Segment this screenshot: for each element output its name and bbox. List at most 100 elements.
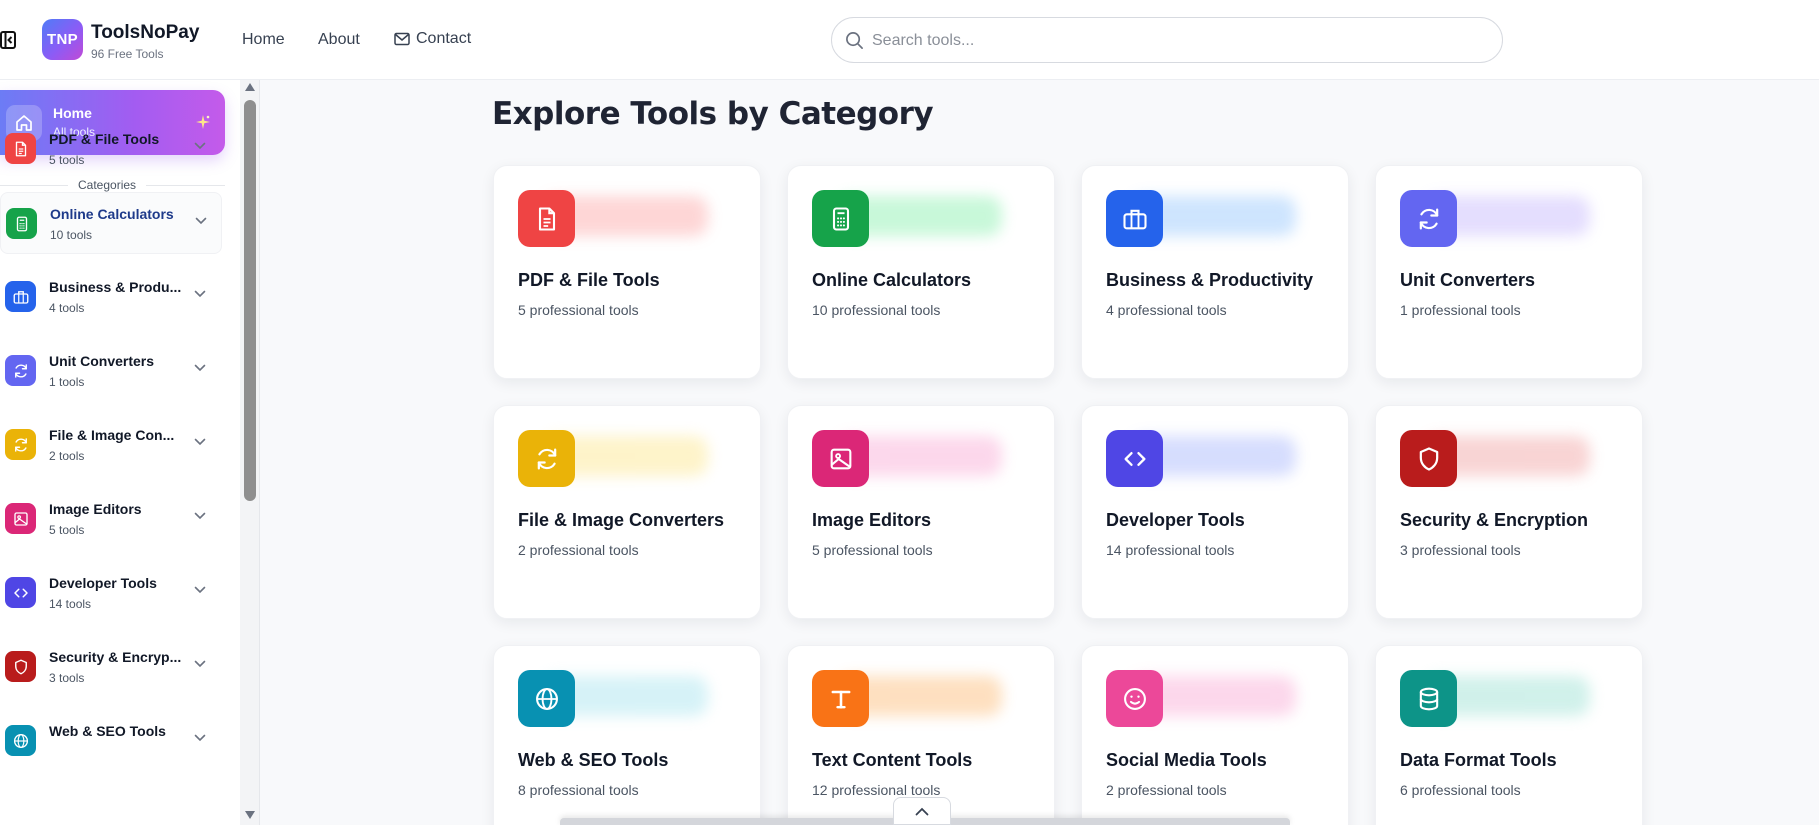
sidebar-category-count: 2 tools (49, 449, 85, 463)
text-icon (812, 670, 869, 727)
chevron-up-icon (915, 807, 929, 815)
chevron-down-icon[interactable] (194, 364, 206, 372)
chevron-down-icon[interactable] (194, 512, 206, 520)
sidebar-category-name: Developer Tools (49, 575, 157, 591)
chevron-down-icon[interactable] (194, 660, 206, 668)
chevron-down-icon[interactable] (194, 438, 206, 446)
category-card[interactable]: File & Image Converters 2 professional to… (493, 405, 761, 619)
top-header: TNP ToolsNoPay 96 Free Tools Home About … (0, 0, 1819, 80)
sidebar-category-name: Security & Encryp... (49, 649, 182, 665)
card-tool-count: 4 professional tools (1106, 302, 1227, 318)
sidebar-category-item[interactable]: Web & SEO Tools (0, 710, 222, 772)
card-tool-count: 5 professional tools (812, 542, 933, 558)
category-card[interactable]: Online Calculators 10 professional tools (787, 165, 1055, 379)
nav-contact-link[interactable]: Contact (394, 30, 471, 48)
card-title: Developer Tools (1106, 510, 1245, 530)
sidebar-category-count: 14 tools (49, 597, 92, 611)
briefcase-icon (5, 281, 36, 312)
card-tool-count: 12 professional tools (812, 782, 941, 798)
sidebar-category-item[interactable]: Developer Tools 14 tools (0, 562, 222, 624)
scroll-up-arrow-icon[interactable] (244, 82, 256, 92)
category-card[interactable]: Business & Productivity 4 professional to… (1081, 165, 1349, 379)
chevron-down-icon[interactable] (194, 586, 206, 594)
sidebar-category-item[interactable]: Image Editors 5 tools (0, 488, 222, 550)
sidebar-category-item[interactable]: File & Image Con... 2 tools (0, 414, 222, 476)
chevron-down-icon[interactable] (194, 290, 206, 298)
image-icon (812, 430, 869, 487)
card-title: Online Calculators (812, 270, 972, 290)
brand-name[interactable]: ToolsNoPay (91, 22, 199, 44)
shield-icon (1400, 430, 1457, 487)
card-title: Web & SEO Tools (518, 750, 669, 770)
sidebar-collapse-icon[interactable] (0, 30, 18, 50)
smile-icon (1106, 670, 1163, 727)
chevron-down-icon[interactable] (194, 142, 206, 150)
sidebar-scrollbar[interactable] (240, 80, 260, 825)
refresh-icon (518, 430, 575, 487)
card-tool-count: 8 professional tools (518, 782, 639, 798)
categories-divider: Categories (0, 178, 225, 192)
card-tool-count: 1 professional tools (1400, 302, 1521, 318)
sidebar-category-count: 4 tools (49, 301, 85, 315)
sidebar-category-name: Image Editors (49, 501, 142, 517)
briefcase-icon (1106, 190, 1163, 247)
category-card[interactable]: Web & SEO Tools 8 professional tools (493, 645, 761, 825)
sidebar-category-item[interactable]: Business & Produ... 4 tools (0, 266, 222, 328)
sidebar-category-item[interactable]: Unit Converters 1 tools (0, 340, 222, 402)
sidebar: Home All tools Categories PDF & File Too… (0, 80, 240, 825)
chevron-down-icon[interactable] (195, 217, 207, 225)
nav-home-link[interactable]: Home (242, 31, 285, 49)
category-card[interactable]: Data Format Tools 6 professional tools (1375, 645, 1643, 825)
card-tool-count: 14 professional tools (1106, 542, 1235, 558)
sidebar-category-name: Unit Converters (49, 353, 155, 369)
card-title: Unit Converters (1400, 270, 1536, 290)
card-tool-count: 10 professional tools (812, 302, 941, 318)
sidebar-category-count: 3 tools (49, 671, 85, 685)
card-title: File & Image Converters (518, 510, 725, 530)
categories-label: Categories (78, 178, 137, 192)
category-card[interactable]: Image Editors 5 professional tools (787, 405, 1055, 619)
sidebar-category-item[interactable]: Security & Encryp... 3 tools (0, 636, 222, 698)
category-card[interactable]: Social Media Tools 2 professional tools (1081, 645, 1349, 825)
sidebar-category-name: Online Calculators (50, 206, 174, 222)
card-tool-count: 2 professional tools (518, 542, 639, 558)
card-tool-count: 6 professional tools (1400, 782, 1521, 798)
scroll-down-arrow-icon[interactable] (244, 810, 256, 820)
sidebar-category-name: Business & Produ... (49, 279, 182, 295)
search-input[interactable] (872, 29, 1472, 53)
code-icon (1106, 430, 1163, 487)
chevron-down-icon[interactable] (194, 734, 206, 742)
image-icon (5, 503, 36, 534)
sidebar-category-item[interactable]: PDF & File Tools 5 tools (0, 118, 222, 180)
refresh-icon (5, 429, 36, 460)
card-title: Image Editors (812, 510, 932, 530)
search-box[interactable] (831, 17, 1503, 63)
sidebar-category-name: PDF & File Tools (49, 131, 160, 147)
brand-subtitle: 96 Free Tools (91, 47, 164, 61)
card-title: Social Media Tools (1106, 750, 1267, 770)
file-icon (518, 190, 575, 247)
sidebar-category-count: 5 tools (49, 153, 85, 167)
file-icon (5, 133, 36, 164)
category-card[interactable]: Unit Converters 1 professional tools (1375, 165, 1643, 379)
card-tool-count: 5 professional tools (518, 302, 639, 318)
calculator-icon (812, 190, 869, 247)
mail-icon (394, 32, 410, 46)
scrollbar-thumb[interactable] (244, 100, 256, 501)
sidebar-category-name: Web & SEO Tools (49, 723, 166, 739)
category-card[interactable]: Security & Encryption 3 professional tool… (1375, 405, 1643, 619)
code-icon (5, 577, 36, 608)
sidebar-category-count: 1 tools (49, 375, 85, 389)
globe-icon (518, 670, 575, 727)
database-icon (1400, 670, 1457, 727)
logo[interactable]: TNP (42, 19, 83, 60)
nav-about-link[interactable]: About (318, 31, 360, 49)
search-icon (846, 32, 863, 49)
card-title: Security & Encryption (1400, 510, 1589, 530)
globe-icon (5, 725, 36, 756)
category-card[interactable]: PDF & File Tools 5 professional tools (493, 165, 761, 379)
sidebar-category-item[interactable]: Online Calculators 10 tools (0, 192, 222, 254)
sidebar-category-count: 5 tools (49, 523, 85, 537)
category-card[interactable]: Developer Tools 14 professional tools (1081, 405, 1349, 619)
scroll-to-top-button[interactable] (893, 797, 951, 825)
